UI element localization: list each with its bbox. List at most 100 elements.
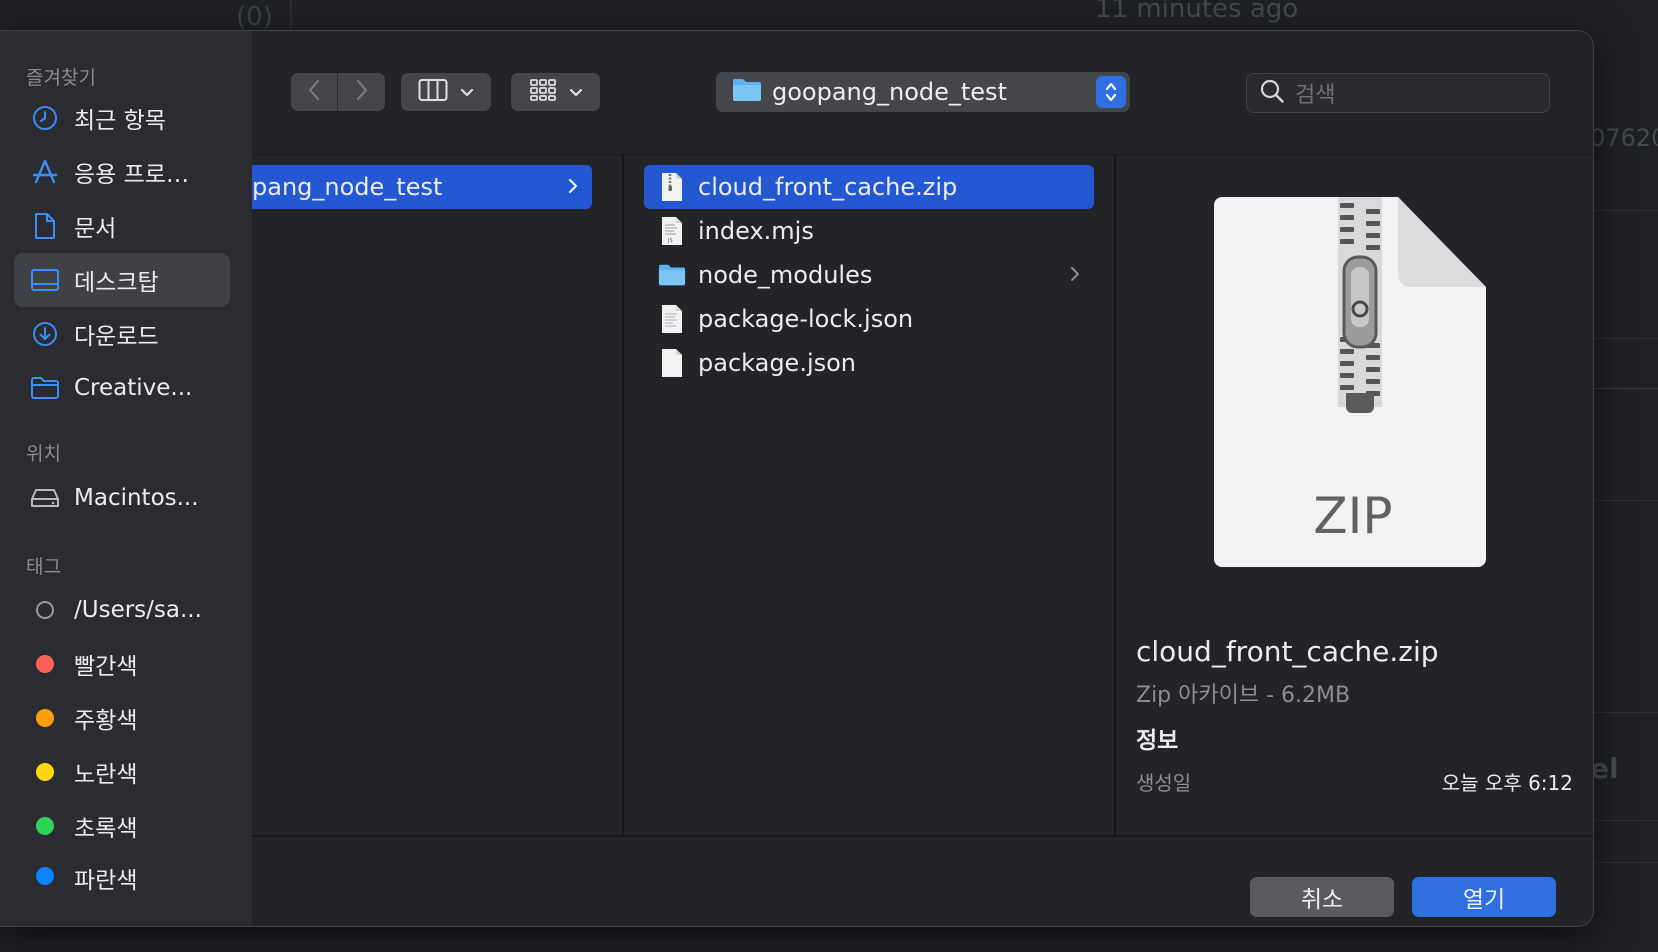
preview-pane: ZIP cloud_front_cache.zip Zip 아카이브 - 6.2… xyxy=(1116,155,1593,835)
js-file-icon: JS xyxy=(658,216,686,246)
background-label-text: el xyxy=(1590,752,1619,785)
cancel-button[interactable]: 취소 xyxy=(1250,877,1394,917)
tag-dot-icon xyxy=(30,757,60,787)
background-count: (0) xyxy=(236,2,273,32)
download-icon xyxy=(30,319,60,349)
sidebar-section-tags: 태그 xyxy=(26,556,61,578)
clock-icon xyxy=(30,103,60,133)
sidebar-item-label: 데스크탑 xyxy=(74,270,159,296)
sidebar-tag-blue[interactable]: 파란색 xyxy=(14,853,230,893)
sidebar-item-label: /Users/sa... xyxy=(74,597,202,623)
back-button[interactable] xyxy=(291,73,338,111)
file-row-package-lock-json[interactable]: package-lock.json xyxy=(644,297,1094,341)
row-label: index.mjs xyxy=(698,217,814,245)
search-icon xyxy=(1259,78,1285,108)
sidebar-item-label: 응용 프로… xyxy=(74,162,189,188)
sidebar-item-label: 다운로드 xyxy=(74,324,159,350)
grid-icon xyxy=(529,78,557,106)
thumbnail-zip-label: ZIP xyxy=(1313,487,1393,545)
view-mode-button[interactable] xyxy=(401,73,491,111)
desktop-icon xyxy=(30,265,60,295)
path-popup-label: goopang_node_test xyxy=(772,78,1007,106)
row-label: cloud_front_cache.zip xyxy=(698,173,958,201)
sidebar-item-label: Macintos... xyxy=(74,485,199,511)
background-divider xyxy=(1592,388,1658,389)
background-id-text: 07620 xyxy=(1590,124,1658,152)
sidebar-tag-users-path[interactable]: /Users/sa... xyxy=(14,583,230,637)
search-field[interactable]: 검색 xyxy=(1246,73,1550,113)
tag-dot-icon xyxy=(30,703,60,733)
tag-dot-icon xyxy=(30,649,60,679)
chevron-down-icon xyxy=(460,83,474,102)
zip-file-icon xyxy=(658,172,686,202)
background-divider xyxy=(1592,862,1658,863)
browser-column-1: pang_node_test xyxy=(252,155,622,835)
sidebar-item-label: 문서 xyxy=(74,216,117,242)
sidebar-section-favorites: 즐겨찾기 xyxy=(26,67,96,89)
preview-info-header: 정보 xyxy=(1136,728,1179,754)
chevron-right-icon xyxy=(568,175,578,200)
tag-dot-icon xyxy=(30,595,60,625)
sidebar-item-label: 빨간색 xyxy=(74,654,138,680)
file-row-cloud-front-cache-zip[interactable]: cloud_front_cache.zip xyxy=(644,165,1094,209)
chevron-down-icon xyxy=(569,83,583,102)
sidebar-tag-green[interactable]: 초록색 xyxy=(14,799,230,853)
navigation-buttons xyxy=(291,73,385,111)
row-label: package-lock.json xyxy=(698,305,914,333)
tag-dot-icon xyxy=(30,811,60,841)
sidebar: 즐겨찾기 최근 항목 응용 프로… 문서 데스크탑 다운로드 Creative.… xyxy=(0,31,252,926)
sidebar-item-desktop[interactable]: 데스크탑 xyxy=(14,253,230,307)
row-label: node_modules xyxy=(698,261,873,289)
sidebar-item-label: 초록색 xyxy=(74,816,138,842)
background-divider xyxy=(1592,338,1658,339)
sidebar-tag-orange[interactable]: 주황색 xyxy=(14,691,230,745)
folder-icon xyxy=(732,78,762,106)
sidebar-item-label: 최근 항목 xyxy=(74,108,166,134)
background-divider xyxy=(1592,500,1658,501)
file-row-package-json[interactable]: package.json xyxy=(644,341,1094,385)
open-button[interactable]: 열기 xyxy=(1412,877,1556,917)
sidebar-item-recents[interactable]: 최근 항목 xyxy=(14,91,230,145)
tag-dot-icon xyxy=(30,861,60,891)
group-by-button[interactable] xyxy=(511,73,600,111)
background-timestamp: 11 minutes ago xyxy=(1095,0,1299,24)
sidebar-item-creative-folder[interactable]: Creative... xyxy=(14,361,230,415)
path-popup-button[interactable]: goopang_node_test xyxy=(716,72,1130,112)
sidebar-tag-red[interactable]: 빨간색 xyxy=(14,637,230,691)
sidebar-item-label: 노란색 xyxy=(74,762,138,788)
sidebar-item-macintosh-hd[interactable]: Macintos... xyxy=(14,471,230,525)
bottom-divider xyxy=(252,835,1593,837)
browser-column-2: cloud_front_cache.zip JS index.mjs node_… xyxy=(624,155,1114,835)
sidebar-tag-yellow[interactable]: 노란색 xyxy=(14,745,230,799)
sidebar-item-downloads[interactable]: 다운로드 xyxy=(14,307,230,361)
sidebar-item-label: 파란색 xyxy=(74,868,138,893)
preview-created-value: 오늘 오후 6:12 xyxy=(1441,771,1573,795)
forward-button[interactable] xyxy=(338,73,385,111)
column-row-parent-folder[interactable]: pang_node_test xyxy=(252,165,592,209)
row-label: package.json xyxy=(698,349,857,377)
document-icon xyxy=(30,211,60,241)
file-row-index-mjs[interactable]: JS index.mjs xyxy=(644,209,1094,253)
preview-file-kind: Zip 아카이브 - 6.2MB xyxy=(1136,683,1351,708)
json-file-icon xyxy=(658,304,686,334)
background-divider xyxy=(290,0,292,30)
folder-row-node-modules[interactable]: node_modules xyxy=(644,253,1094,297)
chevron-right-icon xyxy=(1070,263,1080,288)
svg-text:JS: JS xyxy=(667,238,673,244)
folder-icon xyxy=(658,260,686,290)
folder-icon xyxy=(30,373,60,403)
sidebar-item-documents[interactable]: 문서 xyxy=(14,199,230,253)
sidebar-item-label: 주황색 xyxy=(74,708,138,734)
chevron-left-icon xyxy=(307,79,321,105)
sidebar-item-applications[interactable]: 응용 프로… xyxy=(14,145,230,199)
zip-file-thumbnail: ZIP xyxy=(1214,197,1492,571)
preview-created-label: 생성일 xyxy=(1136,771,1192,795)
sidebar-section-locations: 위치 xyxy=(26,443,61,465)
background-divider xyxy=(1592,820,1658,821)
hard-drive-icon xyxy=(30,483,60,513)
chevron-right-icon xyxy=(355,79,369,105)
column-view-icon xyxy=(418,78,448,106)
background-divider xyxy=(1592,210,1658,211)
sidebar-item-label: Creative... xyxy=(74,375,193,401)
row-label: pang_node_test xyxy=(252,173,443,201)
